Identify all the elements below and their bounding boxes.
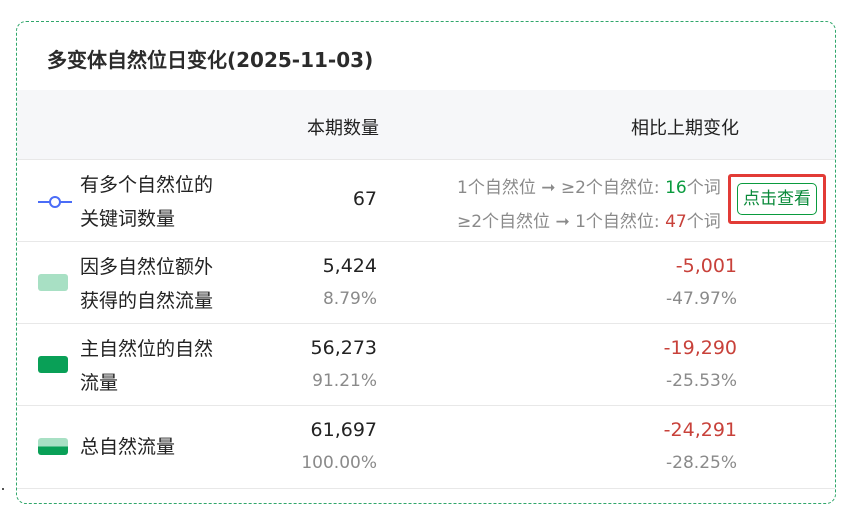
row-label: 有多个自然位的关键词数量 <box>80 174 214 230</box>
header-change: 相比上期变化 <box>631 118 739 139</box>
transition-count: 47 <box>665 212 687 232</box>
transition-line-up: 1个自然位 ➞ ≥2个自然位: 16个词 <box>457 173 721 198</box>
light-green-swatch <box>38 274 68 291</box>
row-percent: 91.21% <box>312 371 377 391</box>
stray-dot <box>2 488 4 490</box>
row-change: -24,291 <box>663 419 737 441</box>
transition-text: ≥2个自然位 ➞ 1个自然位: <box>457 212 666 232</box>
transition-suffix: 个词 <box>686 212 721 232</box>
header-count: 本期数量 <box>307 118 379 139</box>
transition-text: 1个自然位 ➞ ≥2个自然位: <box>457 178 666 198</box>
row-label: 主自然位的自然流量 <box>80 338 214 394</box>
row-value: 67 <box>352 188 377 210</box>
transition-line-down: ≥2个自然位 ➞ 1个自然位: 47个词 <box>457 207 721 232</box>
row-change-percent: -28.25% <box>666 453 737 473</box>
view-details-button[interactable]: 点击查看 <box>737 183 817 215</box>
table-row: 因多自然位额外获得的自然流量 5,424 8.79% -5,001 -47.97… <box>17 241 835 324</box>
row-change-percent: -25.53% <box>666 371 737 391</box>
row-change: -19,290 <box>663 337 737 359</box>
row-change: -5,001 <box>675 255 737 277</box>
table-row: 有多个自然位的关键词数量 67 1个自然位 ➞ ≥2个自然位: 16个词 ≥2个… <box>17 159 835 242</box>
row-value: 56,273 <box>310 337 377 359</box>
table-row: 总自然流量 61,697 100.00% -24,291 -28.25% <box>17 405 835 489</box>
row-percent: 100.00% <box>301 453 377 473</box>
view-button-highlight: 点击查看 <box>728 174 826 224</box>
variant-rank-panel: 多变体自然位日变化(2025-11-03) 本期数量 相比上期变化 有多个自然位… <box>16 21 836 504</box>
transition-suffix: 个词 <box>686 178 721 198</box>
table-row: 主自然位的自然流量 56,273 91.21% -19,290 -25.53% <box>17 323 835 406</box>
row-label: 总自然流量 <box>80 436 176 458</box>
green-swatch <box>38 356 68 373</box>
row-label: 因多自然位额外获得的自然流量 <box>80 256 214 312</box>
panel-title: 多变体自然位日变化(2025-11-03) <box>47 48 374 72</box>
row-change-percent: -47.97% <box>666 289 737 309</box>
row-value: 61,697 <box>310 419 377 441</box>
line-circle-marker-icon <box>38 194 72 213</box>
transition-count: 16 <box>665 178 687 198</box>
split-green-swatch <box>38 438 68 455</box>
row-percent: 8.79% <box>322 289 377 309</box>
row-value: 5,424 <box>322 255 377 277</box>
table-header: 本期数量 相比上期变化 <box>17 90 835 159</box>
